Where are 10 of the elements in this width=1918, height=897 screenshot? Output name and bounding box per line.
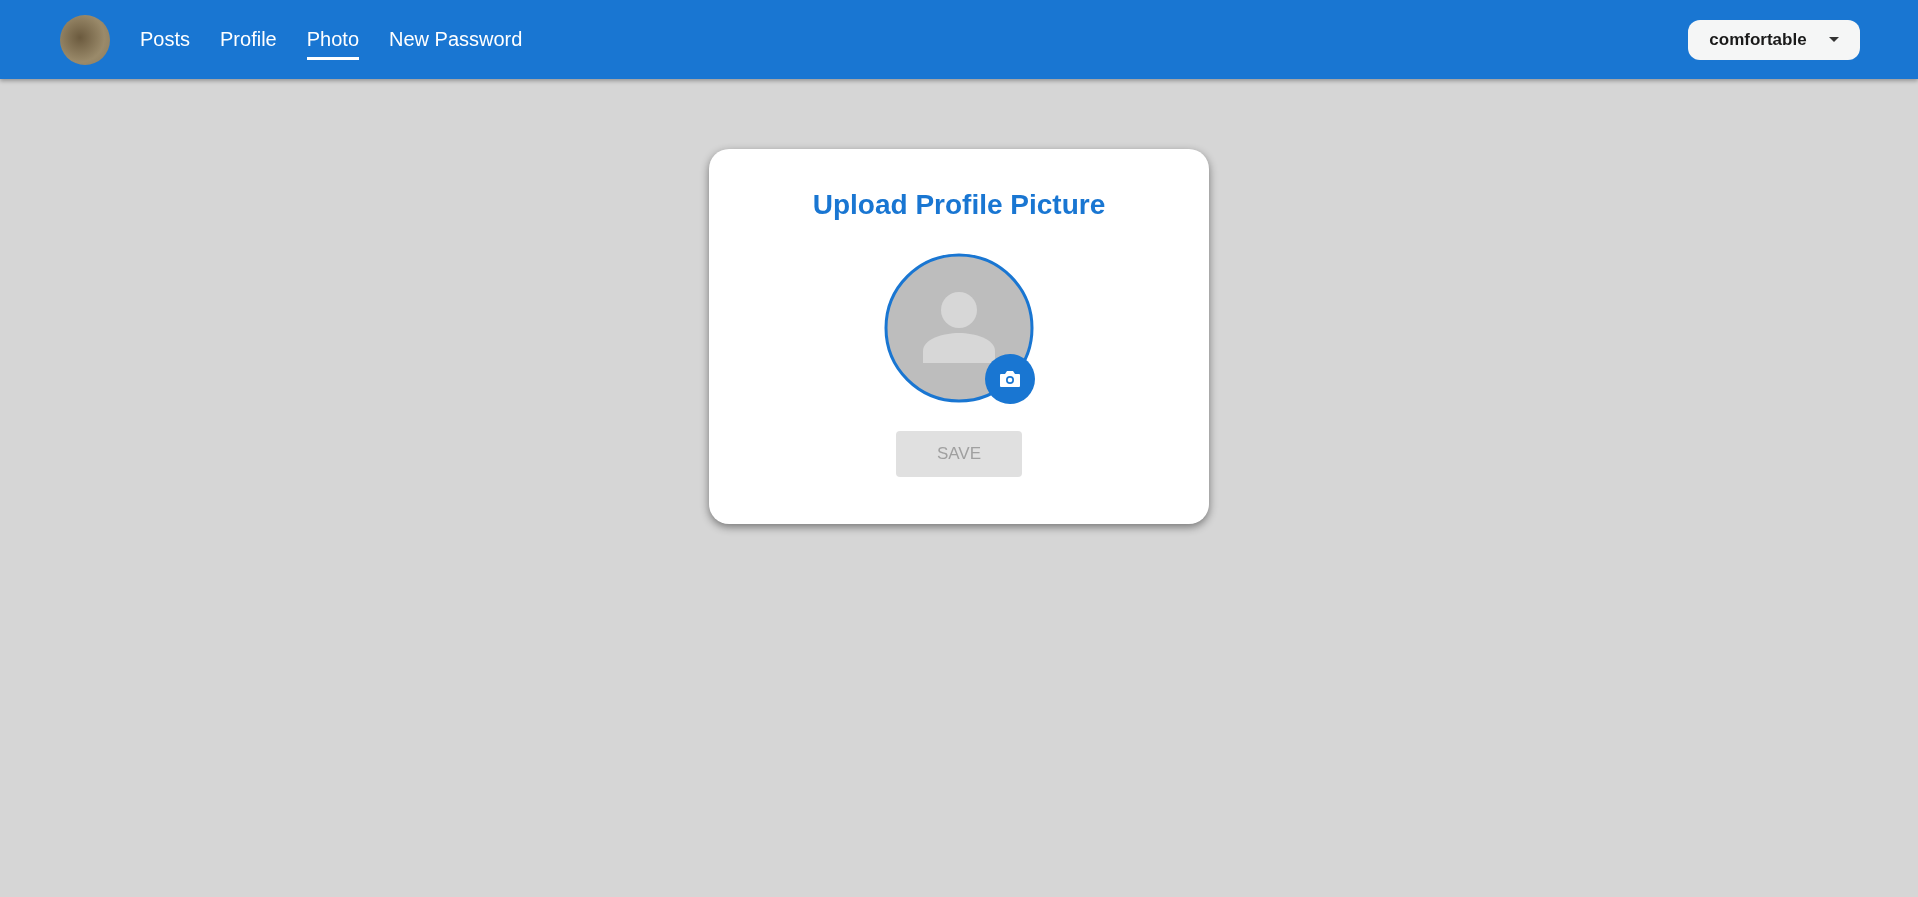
nav-tab[interactable]: Photo [306, 19, 359, 60]
camera-icon [999, 369, 1021, 389]
default-avatar-drawing[interactable] [884, 253, 1034, 403]
density-dropdown[interactable]: comfortable [1688, 19, 1860, 60]
nav-tab[interactable]: Posts [140, 19, 191, 60]
nav-tab[interactable]: New Password [389, 19, 523, 60]
nav-tab[interactable]: Profile [220, 19, 277, 60]
caret-icon [1828, 37, 1839, 42]
card-title: Upload Profile Picture [812, 189, 1106, 221]
camera-button[interactable] [985, 354, 1035, 404]
